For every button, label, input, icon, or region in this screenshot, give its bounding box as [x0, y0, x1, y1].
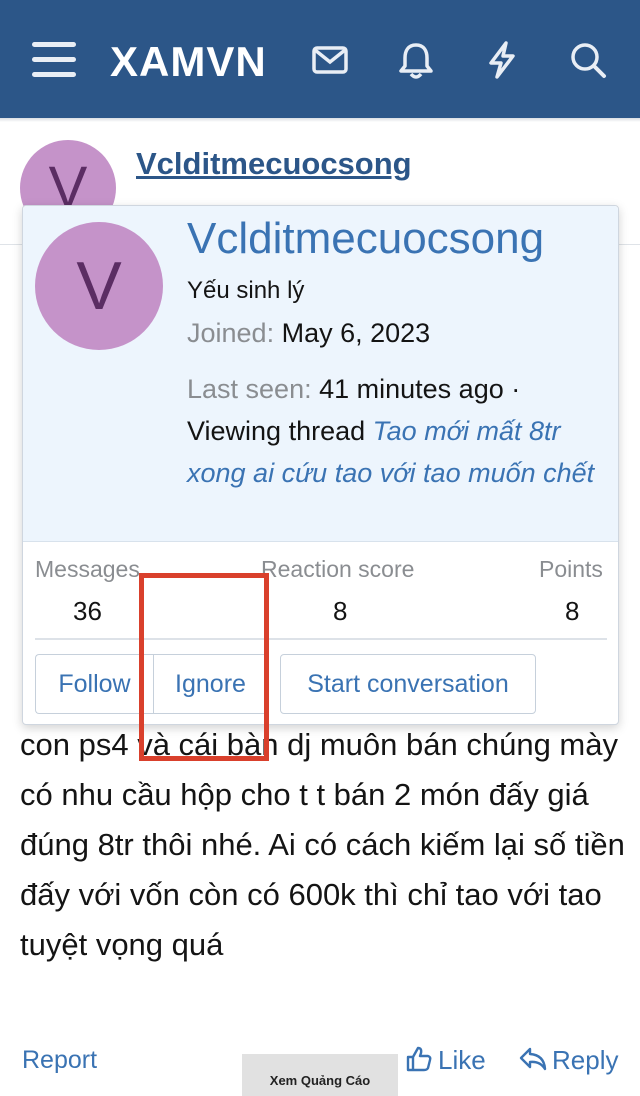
like-label: Like: [438, 1045, 486, 1075]
reply-icon: [519, 1047, 547, 1071]
post-body: con ps4 và cái bàn dj muôn bán chúng mày…: [20, 727, 625, 962]
last-seen-value: 41 minutes ago ·: [319, 374, 521, 404]
highlight-box: [139, 573, 269, 761]
bell-icon[interactable]: [394, 38, 438, 82]
report-link[interactable]: Report: [22, 1046, 97, 1075]
member-tooltip-card: V Vclditmecuocsong Yếu sinh lý Joined: M…: [22, 205, 619, 725]
like-button[interactable]: Like: [404, 1044, 486, 1076]
lightning-icon[interactable]: [480, 38, 524, 82]
member-avatar[interactable]: V: [35, 222, 163, 350]
member-username-link[interactable]: Vclditmecuocsong: [187, 214, 544, 264]
joined-value: May 6, 2023: [281, 318, 431, 348]
stat-messages-label: Messages: [35, 556, 140, 582]
start-conversation-button[interactable]: Start conversation: [280, 654, 536, 714]
search-icon[interactable]: [566, 38, 610, 82]
stat-points-label: Points: [539, 556, 603, 582]
top-navbar: XAMVN: [0, 0, 640, 118]
header-shadow: [0, 118, 640, 122]
reply-button[interactable]: Reply: [518, 1044, 618, 1076]
author-username-link[interactable]: Vclditmecuocsong: [136, 146, 412, 182]
stat-reaction-label: Reaction score: [261, 556, 415, 582]
member-stats: Messages 36 Reaction score 8 Points 8: [23, 556, 618, 626]
mail-icon[interactable]: [308, 38, 352, 82]
last-seen-label: Last seen:: [187, 374, 312, 404]
site-logo[interactable]: XAMVN: [110, 38, 267, 86]
member-tooltip-header: V Vclditmecuocsong Yếu sinh lý Joined: M…: [23, 206, 618, 542]
thumbs-up-icon: [406, 1046, 432, 1072]
member-joined: Joined: May 6, 2023: [187, 318, 430, 349]
reply-label: Reply: [552, 1045, 619, 1075]
member-last-seen: Last seen: 41 minutes ago · Viewing thre…: [187, 368, 607, 494]
activity-prefix: Viewing thread: [187, 416, 366, 446]
menu-icon[interactable]: [32, 42, 76, 78]
follow-button[interactable]: Follow: [35, 654, 153, 714]
stat-reaction-value[interactable]: 8: [333, 596, 347, 627]
member-user-title: Yếu sinh lý: [187, 277, 305, 304]
divider: [35, 638, 607, 640]
ad-button[interactable]: Xem Quảng Cáo: [242, 1054, 398, 1096]
stat-points-value[interactable]: 8: [565, 596, 579, 627]
joined-label: Joined:: [187, 318, 275, 348]
stat-messages-value[interactable]: 36: [73, 596, 102, 627]
